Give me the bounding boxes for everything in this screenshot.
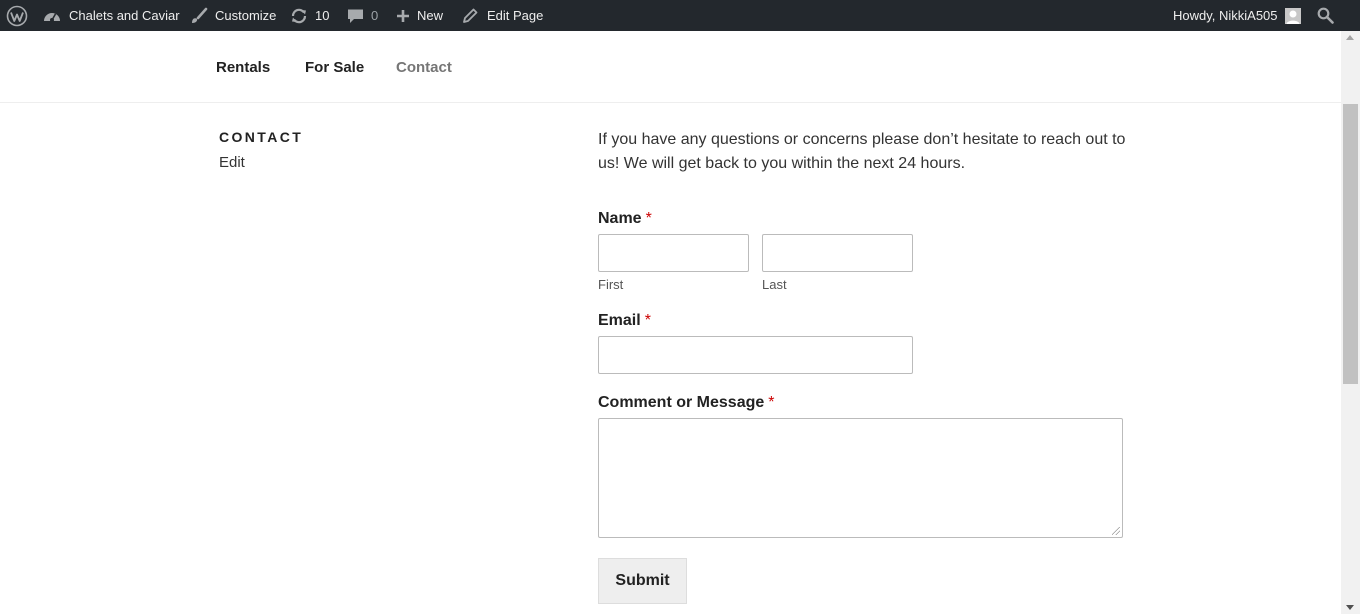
search-icon[interactable] <box>1317 0 1334 31</box>
edit-page-link[interactable]: Edit Page <box>462 0 543 31</box>
comments-link[interactable]: 0 <box>347 0 378 31</box>
updates-icon <box>290 7 308 25</box>
edit-link[interactable]: Edit <box>219 154 245 171</box>
scrollbar[interactable] <box>1341 31 1360 614</box>
new-content-menu[interactable]: New <box>396 0 443 31</box>
email-input[interactable] <box>598 336 913 374</box>
scroll-up-arrow-icon[interactable] <box>1346 35 1354 40</box>
scroll-down-arrow-icon[interactable] <box>1346 605 1354 610</box>
main-navigation: Rentals For Sale Contact <box>0 31 1341 103</box>
email-label-text: Email <box>598 312 641 329</box>
admin-bar: Chalets and Caviar Customize 10 0 New Ed… <box>0 0 1360 31</box>
customize-link[interactable]: Customize <box>190 0 276 31</box>
scrollbar-thumb[interactable] <box>1343 104 1358 384</box>
name-label: Name * <box>598 210 652 228</box>
last-name-input[interactable] <box>762 234 913 272</box>
first-sublabel: First <box>598 277 624 292</box>
required-marker: * <box>645 210 652 227</box>
dashboard-icon <box>43 8 61 24</box>
last-sublabel: Last <box>762 277 787 292</box>
site-name: Chalets and Caviar <box>69 8 180 23</box>
nav-item-rentals[interactable]: Rentals <box>216 59 270 76</box>
resize-handle-icon[interactable] <box>1112 527 1120 535</box>
comment-icon <box>347 8 364 24</box>
required-marker: * <box>644 312 651 329</box>
new-label: New <box>417 8 444 23</box>
message-textarea[interactable] <box>598 418 1123 538</box>
nav-item-contact[interactable]: Contact <box>396 59 452 76</box>
site-name-menu[interactable]: Chalets and Caviar <box>43 0 180 31</box>
updates-count: 10 <box>315 8 330 23</box>
email-label: Email * <box>598 312 651 330</box>
intro-text: If you have any questions or concerns pl… <box>598 131 1126 172</box>
comments-count: 0 <box>371 8 379 23</box>
plus-icon <box>396 9 410 23</box>
paintbrush-icon <box>190 7 208 25</box>
pencil-icon <box>462 8 478 24</box>
wordpress-logo-icon[interactable] <box>6 0 28 31</box>
my-account-menu[interactable]: Howdy, NikkiA505 <box>1173 0 1301 31</box>
avatar <box>1284 7 1301 24</box>
message-label: Comment or Message * <box>598 394 775 412</box>
updates-link[interactable]: 10 <box>290 0 329 31</box>
submit-button[interactable]: Submit <box>598 558 687 604</box>
edit-page-label: Edit Page <box>487 8 544 23</box>
customize-label: Customize <box>215 8 277 23</box>
page-title: CONTACT <box>219 129 304 145</box>
howdy-label: Howdy, NikkiA505 <box>1173 8 1278 23</box>
first-name-input[interactable] <box>598 234 749 272</box>
required-marker: * <box>768 394 775 411</box>
name-label-text: Name <box>598 210 642 227</box>
message-label-text: Comment or Message <box>598 394 765 411</box>
nav-item-for-sale[interactable]: For Sale <box>305 59 364 76</box>
